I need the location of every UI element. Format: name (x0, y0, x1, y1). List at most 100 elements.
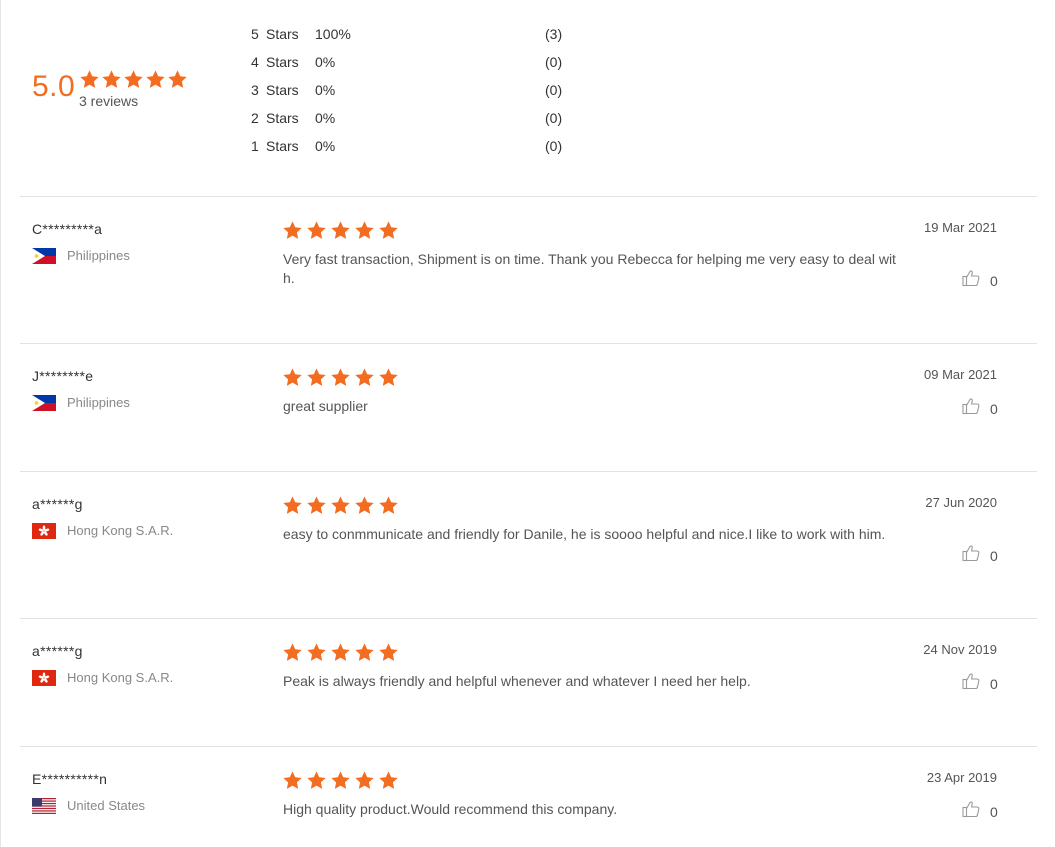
star-icon (307, 643, 326, 661)
star-icon (379, 496, 398, 514)
distribution-stars: 3 (251, 82, 259, 98)
reviewer-country: United States (67, 798, 146, 813)
like-button[interactable]: 0 (962, 672, 998, 695)
review-stars (282, 220, 399, 241)
star-icon (307, 771, 326, 789)
review-text: great supplier (283, 398, 368, 414)
distribution-stars: 1 (251, 138, 259, 154)
hong-kong-flag-icon (32, 670, 56, 686)
star-icon (168, 70, 187, 88)
star-icon (102, 70, 121, 88)
reviewer-name: a******g (32, 496, 83, 512)
reviewer-country: Philippines (67, 395, 130, 410)
star-icon (379, 368, 398, 386)
review-text: High quality product.Would recommend thi… (283, 801, 618, 817)
distribution-count: (0) (545, 82, 563, 98)
distribution-stars: 2 (251, 110, 259, 126)
review-date: 24 Nov 2019 (923, 642, 997, 657)
thumbs-up-icon (962, 800, 980, 823)
star-icon (307, 221, 326, 239)
star-icon (283, 771, 302, 789)
like-button[interactable]: 0 (962, 397, 998, 420)
review-date: 23 Apr 2019 (926, 770, 997, 785)
reviewer-country: Hong Kong S.A.R. (67, 523, 174, 538)
distribution-stars: 4 (251, 54, 259, 70)
average-stars (79, 69, 188, 90)
review-text: easy to conmmunicate and friendly for Da… (283, 526, 886, 542)
distribution-stars: 5 (251, 26, 259, 42)
distribution-count: (0) (545, 54, 563, 70)
distribution-percent: 0% (315, 138, 336, 154)
star-icon (331, 496, 350, 514)
hong-kong-flag-icon (32, 523, 56, 539)
review-date: 09 Mar 2021 (924, 367, 997, 382)
star-icon (283, 221, 302, 239)
philippines-flag-icon (32, 248, 56, 264)
like-button[interactable]: 0 (962, 800, 998, 823)
like-count: 0 (990, 547, 998, 564)
star-icon (146, 70, 165, 88)
reviewer-name: C*********a (32, 221, 103, 237)
distribution-label: Stars (266, 54, 299, 70)
distribution-count: (0) (545, 138, 563, 154)
like-count: 0 (990, 675, 998, 692)
star-icon (379, 771, 398, 789)
distribution-percent: 100% (315, 26, 351, 42)
philippines-flag-icon (32, 395, 56, 411)
rating-summary: 5.0 3 reviews 5 Stars 100% (3) 4 Stars 0… (0, 0, 1040, 196)
reviewer-name: a******g (32, 643, 83, 659)
review-stars (282, 367, 399, 388)
star-icon (331, 643, 350, 661)
like-button[interactable]: 0 (962, 544, 998, 567)
review-item: C*********a Philippines Very fast transa… (0, 197, 1040, 343)
star-icon (307, 368, 326, 386)
star-icon (355, 368, 374, 386)
like-count: 0 (990, 803, 998, 820)
thumbs-up-icon (962, 544, 980, 567)
average-score: 5.0 (32, 70, 76, 103)
distribution-label: Stars (266, 82, 299, 98)
reviewer-name: E**********n (32, 771, 108, 787)
usa-flag-icon (32, 798, 56, 814)
star-icon (331, 368, 350, 386)
review-stars (282, 495, 399, 516)
like-count: 0 (990, 400, 998, 417)
star-icon (355, 771, 374, 789)
star-icon (355, 496, 374, 514)
reviewer-name: J********e (32, 368, 94, 384)
distribution-percent: 0% (315, 82, 336, 98)
review-text: Peak is always friendly and helpful when… (283, 673, 751, 689)
reviewer-country: Philippines (67, 248, 130, 263)
star-icon (80, 70, 99, 88)
like-count: 0 (990, 272, 998, 289)
review-text: Very fast transaction, Shipment is on ti… (283, 251, 896, 286)
review-item: a******g Hong Kong S.A.R. Peak is always… (0, 619, 1040, 746)
star-icon (124, 70, 143, 88)
reviewer-country: Hong Kong S.A.R. (67, 670, 174, 685)
star-icon (283, 496, 302, 514)
review-date: 27 Jun 2020 (925, 495, 997, 510)
distribution-percent: 0% (315, 54, 336, 70)
star-icon (379, 221, 398, 239)
thumbs-up-icon (962, 672, 980, 695)
star-icon (331, 771, 350, 789)
review-item: a******g Hong Kong S.A.R. easy to conmmu… (0, 472, 1040, 618)
star-icon (283, 368, 302, 386)
star-icon (283, 643, 302, 661)
star-icon (331, 221, 350, 239)
distribution-count: (0) (545, 110, 563, 126)
reviews-count: 3 reviews (79, 93, 139, 109)
review-stars (282, 770, 399, 791)
thumbs-up-icon (962, 397, 980, 420)
like-button[interactable]: 0 (962, 269, 998, 292)
distribution-label: Stars (266, 26, 299, 42)
thumbs-up-icon (962, 269, 980, 292)
review-item: E**********n United States High quality … (0, 747, 1040, 847)
star-icon (355, 643, 374, 661)
distribution-percent: 0% (315, 110, 336, 126)
star-icon (355, 221, 374, 239)
review-stars (282, 642, 399, 663)
review-item: J********e Philippines great supplier 09… (0, 344, 1040, 471)
star-icon (379, 643, 398, 661)
star-icon (307, 496, 326, 514)
